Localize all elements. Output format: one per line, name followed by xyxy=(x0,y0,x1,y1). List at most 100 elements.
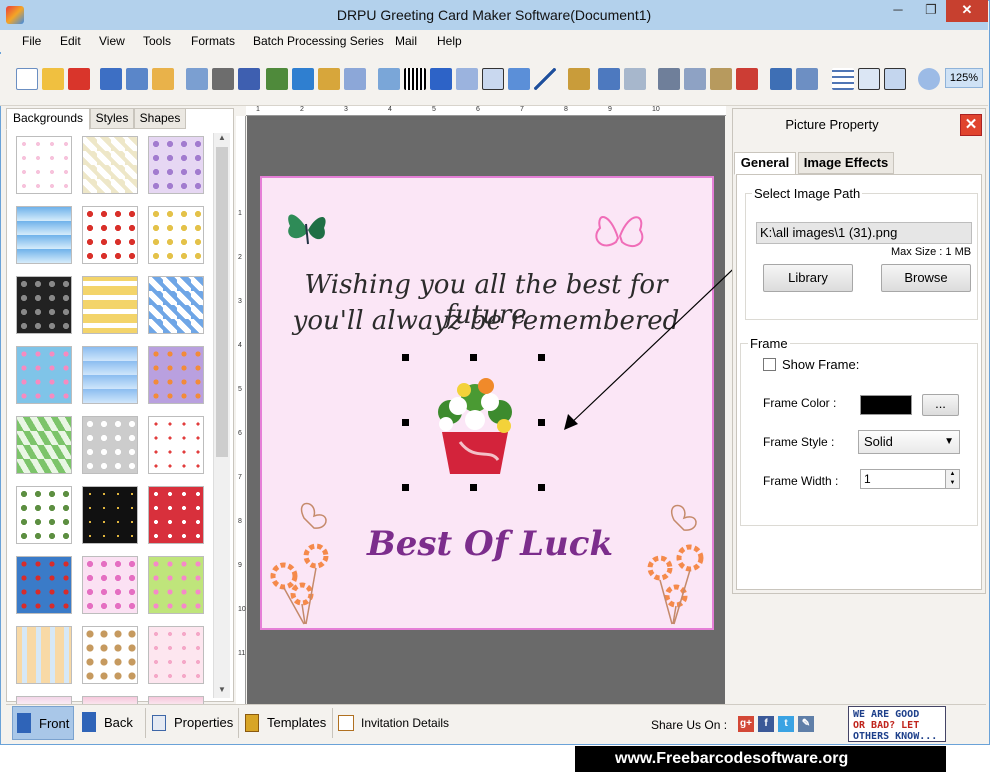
background-thumbnail[interactable] xyxy=(148,486,204,544)
tab-shapes[interactable]: Shapes xyxy=(134,108,186,129)
tab-general[interactable]: General xyxy=(734,152,796,175)
undo-icon[interactable] xyxy=(598,68,620,90)
grid-icon[interactable] xyxy=(832,68,854,90)
menu-batch-processing[interactable]: Batch Processing Series xyxy=(253,34,384,48)
background-thumbnail[interactable] xyxy=(16,626,72,684)
redo-icon[interactable] xyxy=(624,68,646,90)
selection-handle[interactable] xyxy=(470,354,477,361)
email-icon[interactable] xyxy=(508,68,530,90)
barcode-icon[interactable] xyxy=(404,68,426,90)
word-art-icon[interactable] xyxy=(456,68,478,90)
selection-handle[interactable] xyxy=(538,419,545,426)
feedback-badge[interactable]: WE ARE GOOD OR BAD? LET OTHERS KNOW... xyxy=(848,706,946,742)
frame-style-select[interactable]: Solid ▼ xyxy=(858,430,960,454)
delete-icon[interactable] xyxy=(736,68,758,90)
image-path-field[interactable]: K:\all images\1 (31).png xyxy=(756,222,972,244)
selection-handle[interactable] xyxy=(402,354,409,361)
background-thumbnail[interactable] xyxy=(148,626,204,684)
shapes-dropdown-icon[interactable] xyxy=(344,68,366,90)
frame-width-stepper[interactable]: 1 ▲ ▼ xyxy=(860,469,960,489)
google-plus-icon[interactable]: g+ xyxy=(738,716,754,732)
invitation-details-button[interactable]: Invitation Details xyxy=(338,706,458,740)
background-thumbnail[interactable] xyxy=(82,486,138,544)
background-thumbnail[interactable] xyxy=(16,556,72,614)
selection-handle[interactable] xyxy=(402,484,409,491)
frame-color-picker-button[interactable]: ... xyxy=(922,394,959,416)
menu-view[interactable]: View xyxy=(99,34,125,48)
background-thumbnail[interactable] xyxy=(82,206,138,264)
tab-backgrounds[interactable]: Backgrounds xyxy=(6,108,90,130)
selection-handle[interactable] xyxy=(402,419,409,426)
menu-file[interactable]: File xyxy=(22,34,41,48)
background-thumbnail[interactable] xyxy=(82,556,138,614)
close-window-button[interactable]: ✕ xyxy=(946,0,988,22)
print-icon[interactable] xyxy=(212,68,234,90)
open-folder-icon[interactable] xyxy=(42,68,64,90)
insert-picture-icon[interactable] xyxy=(292,68,314,90)
export-icon[interactable] xyxy=(152,68,174,90)
properties-button[interactable]: Properties xyxy=(152,706,234,740)
zoom-level[interactable]: 125% xyxy=(945,68,983,88)
menu-tools[interactable]: Tools xyxy=(143,34,171,48)
database-icon[interactable] xyxy=(568,68,590,90)
facebook-icon[interactable]: f xyxy=(758,716,774,732)
save-as-icon[interactable] xyxy=(126,68,148,90)
tab-image-effects[interactable]: Image Effects xyxy=(798,152,894,174)
show-frame-checkbox[interactable] xyxy=(763,358,776,371)
copy-icon[interactable] xyxy=(684,68,706,90)
menu-edit[interactable]: Edit xyxy=(60,34,81,48)
menu-formats[interactable]: Formats xyxy=(191,34,235,48)
frame-color-swatch[interactable] xyxy=(860,395,912,415)
background-thumbnail[interactable] xyxy=(82,346,138,404)
maximize-button[interactable]: ❐ xyxy=(916,0,946,22)
back-button[interactable]: Back xyxy=(80,706,142,740)
background-thumbnail[interactable] xyxy=(16,346,72,404)
pen-tool-icon[interactable] xyxy=(318,68,340,90)
tab-styles[interactable]: Styles xyxy=(90,108,134,129)
new-document-icon[interactable] xyxy=(16,68,38,90)
text-icon[interactable] xyxy=(430,68,452,90)
blog-icon[interactable]: ✎ xyxy=(798,716,814,732)
background-thumbnail[interactable] xyxy=(16,136,72,194)
front-button[interactable]: Front xyxy=(12,706,74,740)
templates-button[interactable]: Templates xyxy=(245,706,331,740)
bring-to-front-icon[interactable] xyxy=(770,68,792,90)
background-thumbnail[interactable] xyxy=(148,556,204,614)
background-thumbnail[interactable] xyxy=(148,346,204,404)
save-icon[interactable] xyxy=(100,68,122,90)
selection-handle[interactable] xyxy=(538,354,545,361)
print-preview-icon[interactable] xyxy=(238,68,260,90)
selection-handle[interactable] xyxy=(470,484,477,491)
background-thumbnail[interactable] xyxy=(148,206,204,264)
background-thumbnail[interactable] xyxy=(16,416,72,474)
scrollbar-thumb[interactable] xyxy=(216,147,228,457)
zoom-icon[interactable] xyxy=(918,68,940,90)
background-thumbnail[interactable] xyxy=(82,416,138,474)
background-thumbnail[interactable] xyxy=(82,276,138,334)
background-thumbnail[interactable] xyxy=(82,136,138,194)
stepper-down-icon[interactable]: ▼ xyxy=(945,479,959,488)
background-thumbnail[interactable] xyxy=(16,486,72,544)
fit-to-window-icon[interactable] xyxy=(884,68,906,90)
scroll-down-icon[interactable]: ▼ xyxy=(214,685,230,698)
browse-button[interactable]: Browse xyxy=(881,264,971,292)
selection-handle[interactable] xyxy=(538,484,545,491)
background-thumbnail[interactable] xyxy=(16,206,72,264)
watermark-icon[interactable] xyxy=(378,68,400,90)
background-thumbnail[interactable] xyxy=(148,136,204,194)
flower-bouquet-image[interactable] xyxy=(420,362,530,482)
minimize-button[interactable]: ─ xyxy=(883,0,913,22)
library-button[interactable]: Library xyxy=(763,264,853,292)
background-thumbnail[interactable] xyxy=(148,416,204,474)
signature-icon[interactable] xyxy=(482,68,504,90)
thumbnails-scrollbar[interactable]: ▲ ▼ xyxy=(213,133,230,698)
close-document-icon[interactable] xyxy=(68,68,90,90)
background-thumbnail[interactable] xyxy=(148,276,204,334)
background-thumbnail[interactable] xyxy=(82,626,138,684)
close-panel-button[interactable]: ✕ xyxy=(960,114,982,136)
menu-mail[interactable]: Mail xyxy=(395,34,417,48)
edit-image-icon[interactable] xyxy=(266,68,288,90)
paste-icon[interactable] xyxy=(710,68,732,90)
background-thumbnail[interactable] xyxy=(16,276,72,334)
send-to-back-icon[interactable] xyxy=(796,68,818,90)
